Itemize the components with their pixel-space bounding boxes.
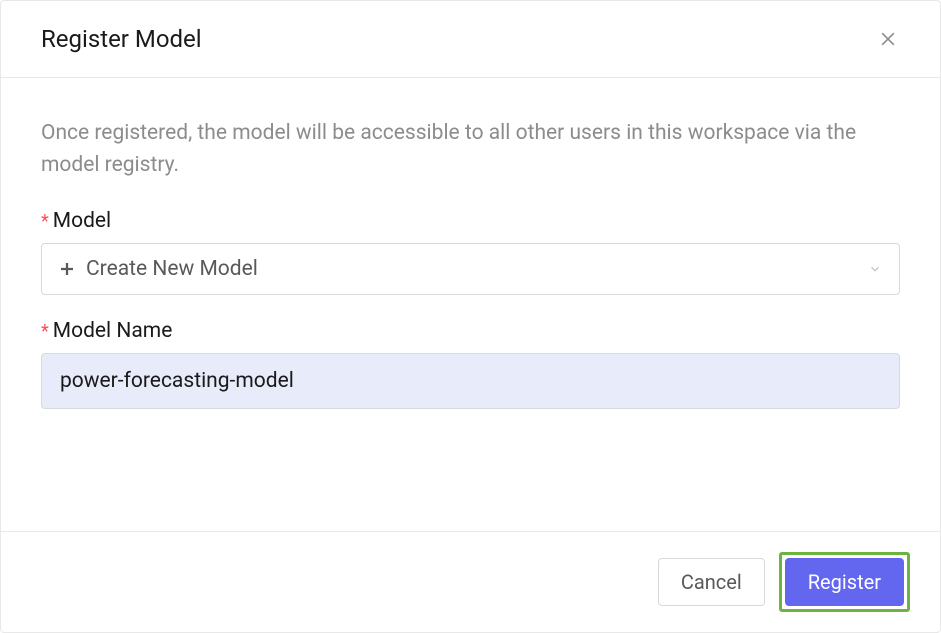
model-name-label-text: Model Name xyxy=(53,319,173,343)
chevron-down-icon xyxy=(867,261,883,277)
close-icon[interactable] xyxy=(876,27,900,51)
select-content: Create New Model xyxy=(58,257,867,281)
register-model-dialog: Register Model Once registered, the mode… xyxy=(0,0,941,633)
model-select[interactable]: Create New Model xyxy=(41,243,900,295)
select-value-text: Create New Model xyxy=(86,257,258,281)
description-text: Once registered, the model will be acces… xyxy=(41,118,900,181)
required-indicator: * xyxy=(41,211,49,232)
model-field-group: *Model Create New Model xyxy=(41,209,900,295)
model-field-label: *Model xyxy=(41,209,900,233)
dialog-footer: Cancel Register xyxy=(1,531,940,632)
register-button[interactable]: Register xyxy=(785,558,904,606)
required-indicator: * xyxy=(41,321,49,342)
cancel-button[interactable]: Cancel xyxy=(658,558,765,606)
dialog-header: Register Model xyxy=(1,1,940,78)
dialog-body: Once registered, the model will be acces… xyxy=(1,78,940,531)
plus-icon xyxy=(58,260,76,278)
model-name-field-label: *Model Name xyxy=(41,319,900,343)
register-highlight-box: Register xyxy=(779,552,910,612)
model-name-input[interactable] xyxy=(41,353,900,409)
model-label-text: Model xyxy=(53,209,111,233)
dialog-title: Register Model xyxy=(41,25,202,53)
model-name-field-group: *Model Name xyxy=(41,319,900,409)
